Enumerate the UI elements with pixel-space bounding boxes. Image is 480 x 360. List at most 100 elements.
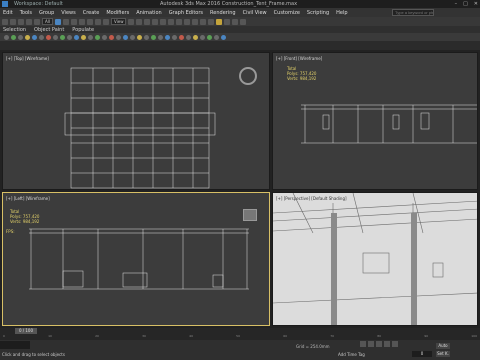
tool-icon[interactable] <box>214 34 219 40</box>
menu-graph-editors[interactable]: Graph Editors <box>169 10 203 16</box>
menu-animation[interactable]: Animation <box>136 10 162 16</box>
go-to-end-icon[interactable] <box>392 341 398 347</box>
layer-icon[interactable] <box>192 18 199 25</box>
scale-icon[interactable] <box>102 18 109 25</box>
viewcube-icon[interactable] <box>239 67 257 85</box>
tool-icon[interactable] <box>116 34 121 40</box>
tool-icon[interactable] <box>74 34 79 40</box>
tab-object-paint[interactable]: Object Paint <box>34 27 64 33</box>
rectangle-select-icon[interactable] <box>70 18 77 25</box>
go-to-start-icon[interactable] <box>360 341 366 347</box>
timeline[interactable]: 0 / 100 0 10 20 30 40 50 60 70 80 90 100 <box>0 328 480 340</box>
menu-rendering[interactable]: Rendering <box>210 10 236 16</box>
tool-icon[interactable] <box>32 34 37 40</box>
menu-edit[interactable]: Edit <box>3 10 13 16</box>
tab-populate[interactable]: Populate <box>72 27 94 33</box>
tool-icon[interactable] <box>200 34 205 40</box>
pivot-icon[interactable] <box>128 18 135 25</box>
mirror-icon[interactable] <box>176 18 183 25</box>
menu-views[interactable]: Views <box>61 10 75 16</box>
tool-icon[interactable] <box>123 34 128 40</box>
snap-icon[interactable] <box>136 18 143 25</box>
tool-icon[interactable] <box>39 34 44 40</box>
render-icon[interactable] <box>240 18 247 25</box>
viewport-front[interactable]: [+] [Front] [Wireframe] Total Polys: 757… <box>272 52 478 190</box>
tool-icon[interactable] <box>25 34 30 40</box>
render-frame-icon[interactable] <box>232 18 239 25</box>
search-input[interactable] <box>392 9 434 16</box>
select-by-name-icon[interactable] <box>62 18 69 25</box>
next-frame-icon[interactable] <box>384 341 390 347</box>
tool-icon[interactable] <box>95 34 100 40</box>
tool-icon[interactable] <box>130 34 135 40</box>
close-button[interactable]: ✕ <box>474 1 478 7</box>
viewport-left[interactable]: [+] [Left] [Wireframe] Total Polys: 757,… <box>2 192 270 326</box>
tool-icon[interactable] <box>158 34 163 40</box>
tool-icon[interactable] <box>165 34 170 40</box>
tool-icon[interactable] <box>193 34 198 40</box>
maximize-button[interactable]: □ <box>463 1 468 7</box>
menu-customize[interactable]: Customize <box>274 10 300 16</box>
link-icon[interactable] <box>18 18 24 25</box>
workspace-label[interactable]: Workspace: Default <box>14 1 63 7</box>
tool-icon[interactable] <box>18 34 23 40</box>
tool-icon[interactable] <box>11 34 16 40</box>
render-setup-icon[interactable] <box>224 18 231 25</box>
bind-icon[interactable] <box>34 18 40 25</box>
percent-snap-icon[interactable] <box>152 18 159 25</box>
add-time-tag-button[interactable]: Add Time Tag <box>338 352 365 357</box>
menu-civil-view[interactable]: Civil View <box>243 10 267 16</box>
tab-selection[interactable]: Selection <box>3 27 26 33</box>
spinner-snap-icon[interactable] <box>160 18 167 25</box>
tool-icon[interactable] <box>53 34 58 40</box>
tool-icon[interactable] <box>4 34 9 40</box>
tool-icon[interactable] <box>67 34 72 40</box>
menu-scripting[interactable]: Scripting <box>307 10 329 16</box>
tool-icon[interactable] <box>207 34 212 40</box>
menu-tools[interactable]: Tools <box>20 10 32 16</box>
tool-icon[interactable] <box>102 34 107 40</box>
menu-modifiers[interactable]: Modifiers <box>106 10 129 16</box>
material-editor-icon[interactable] <box>216 18 223 25</box>
tool-icon[interactable] <box>81 34 86 40</box>
set-key-button[interactable]: Set K. <box>436 351 450 357</box>
tool-icon[interactable] <box>221 34 226 40</box>
angle-snap-icon[interactable] <box>144 18 151 25</box>
tool-icon[interactable] <box>151 34 156 40</box>
viewport-perspective[interactable]: [+] [Perspective] [Default Shading] <box>272 192 478 326</box>
selection-filter-dropdown[interactable]: All <box>42 18 53 25</box>
align-icon[interactable] <box>184 18 191 25</box>
select-object-icon[interactable] <box>54 18 61 25</box>
curve-editor-icon[interactable] <box>200 18 207 25</box>
current-frame-field[interactable]: 0 <box>412 351 432 357</box>
menu-group[interactable]: Group <box>39 10 54 16</box>
tool-icon[interactable] <box>88 34 93 40</box>
viewport-top[interactable]: [+] [Top] [Wireframe] <box>2 52 270 190</box>
tool-icon[interactable] <box>109 34 114 40</box>
viewcube-icon[interactable] <box>243 209 257 221</box>
maxscript-listener[interactable] <box>0 341 30 349</box>
tool-icon[interactable] <box>172 34 177 40</box>
tool-icon[interactable] <box>46 34 51 40</box>
menu-help[interactable]: Help <box>336 10 347 16</box>
reference-coordinate-dropdown[interactable]: View <box>110 18 127 25</box>
tool-icon[interactable] <box>137 34 142 40</box>
named-selection-icon[interactable] <box>168 18 175 25</box>
undo-icon[interactable] <box>2 18 8 25</box>
previous-frame-icon[interactable] <box>368 341 374 347</box>
minimize-button[interactable]: – <box>455 1 458 7</box>
play-icon[interactable] <box>376 341 382 347</box>
rotate-icon[interactable] <box>94 18 101 25</box>
menu-create[interactable]: Create <box>83 10 100 16</box>
redo-icon[interactable] <box>10 18 16 25</box>
tool-icon[interactable] <box>60 34 65 40</box>
auto-key-button[interactable]: Auto <box>436 343 450 349</box>
tool-icon[interactable] <box>144 34 149 40</box>
max-logo-icon[interactable] <box>2 1 8 7</box>
schematic-icon[interactable] <box>208 18 215 25</box>
tool-icon[interactable] <box>186 34 191 40</box>
window-crossing-icon[interactable] <box>78 18 85 25</box>
move-icon[interactable] <box>86 18 93 25</box>
tool-icon[interactable] <box>179 34 184 40</box>
unlink-icon[interactable] <box>26 18 32 25</box>
